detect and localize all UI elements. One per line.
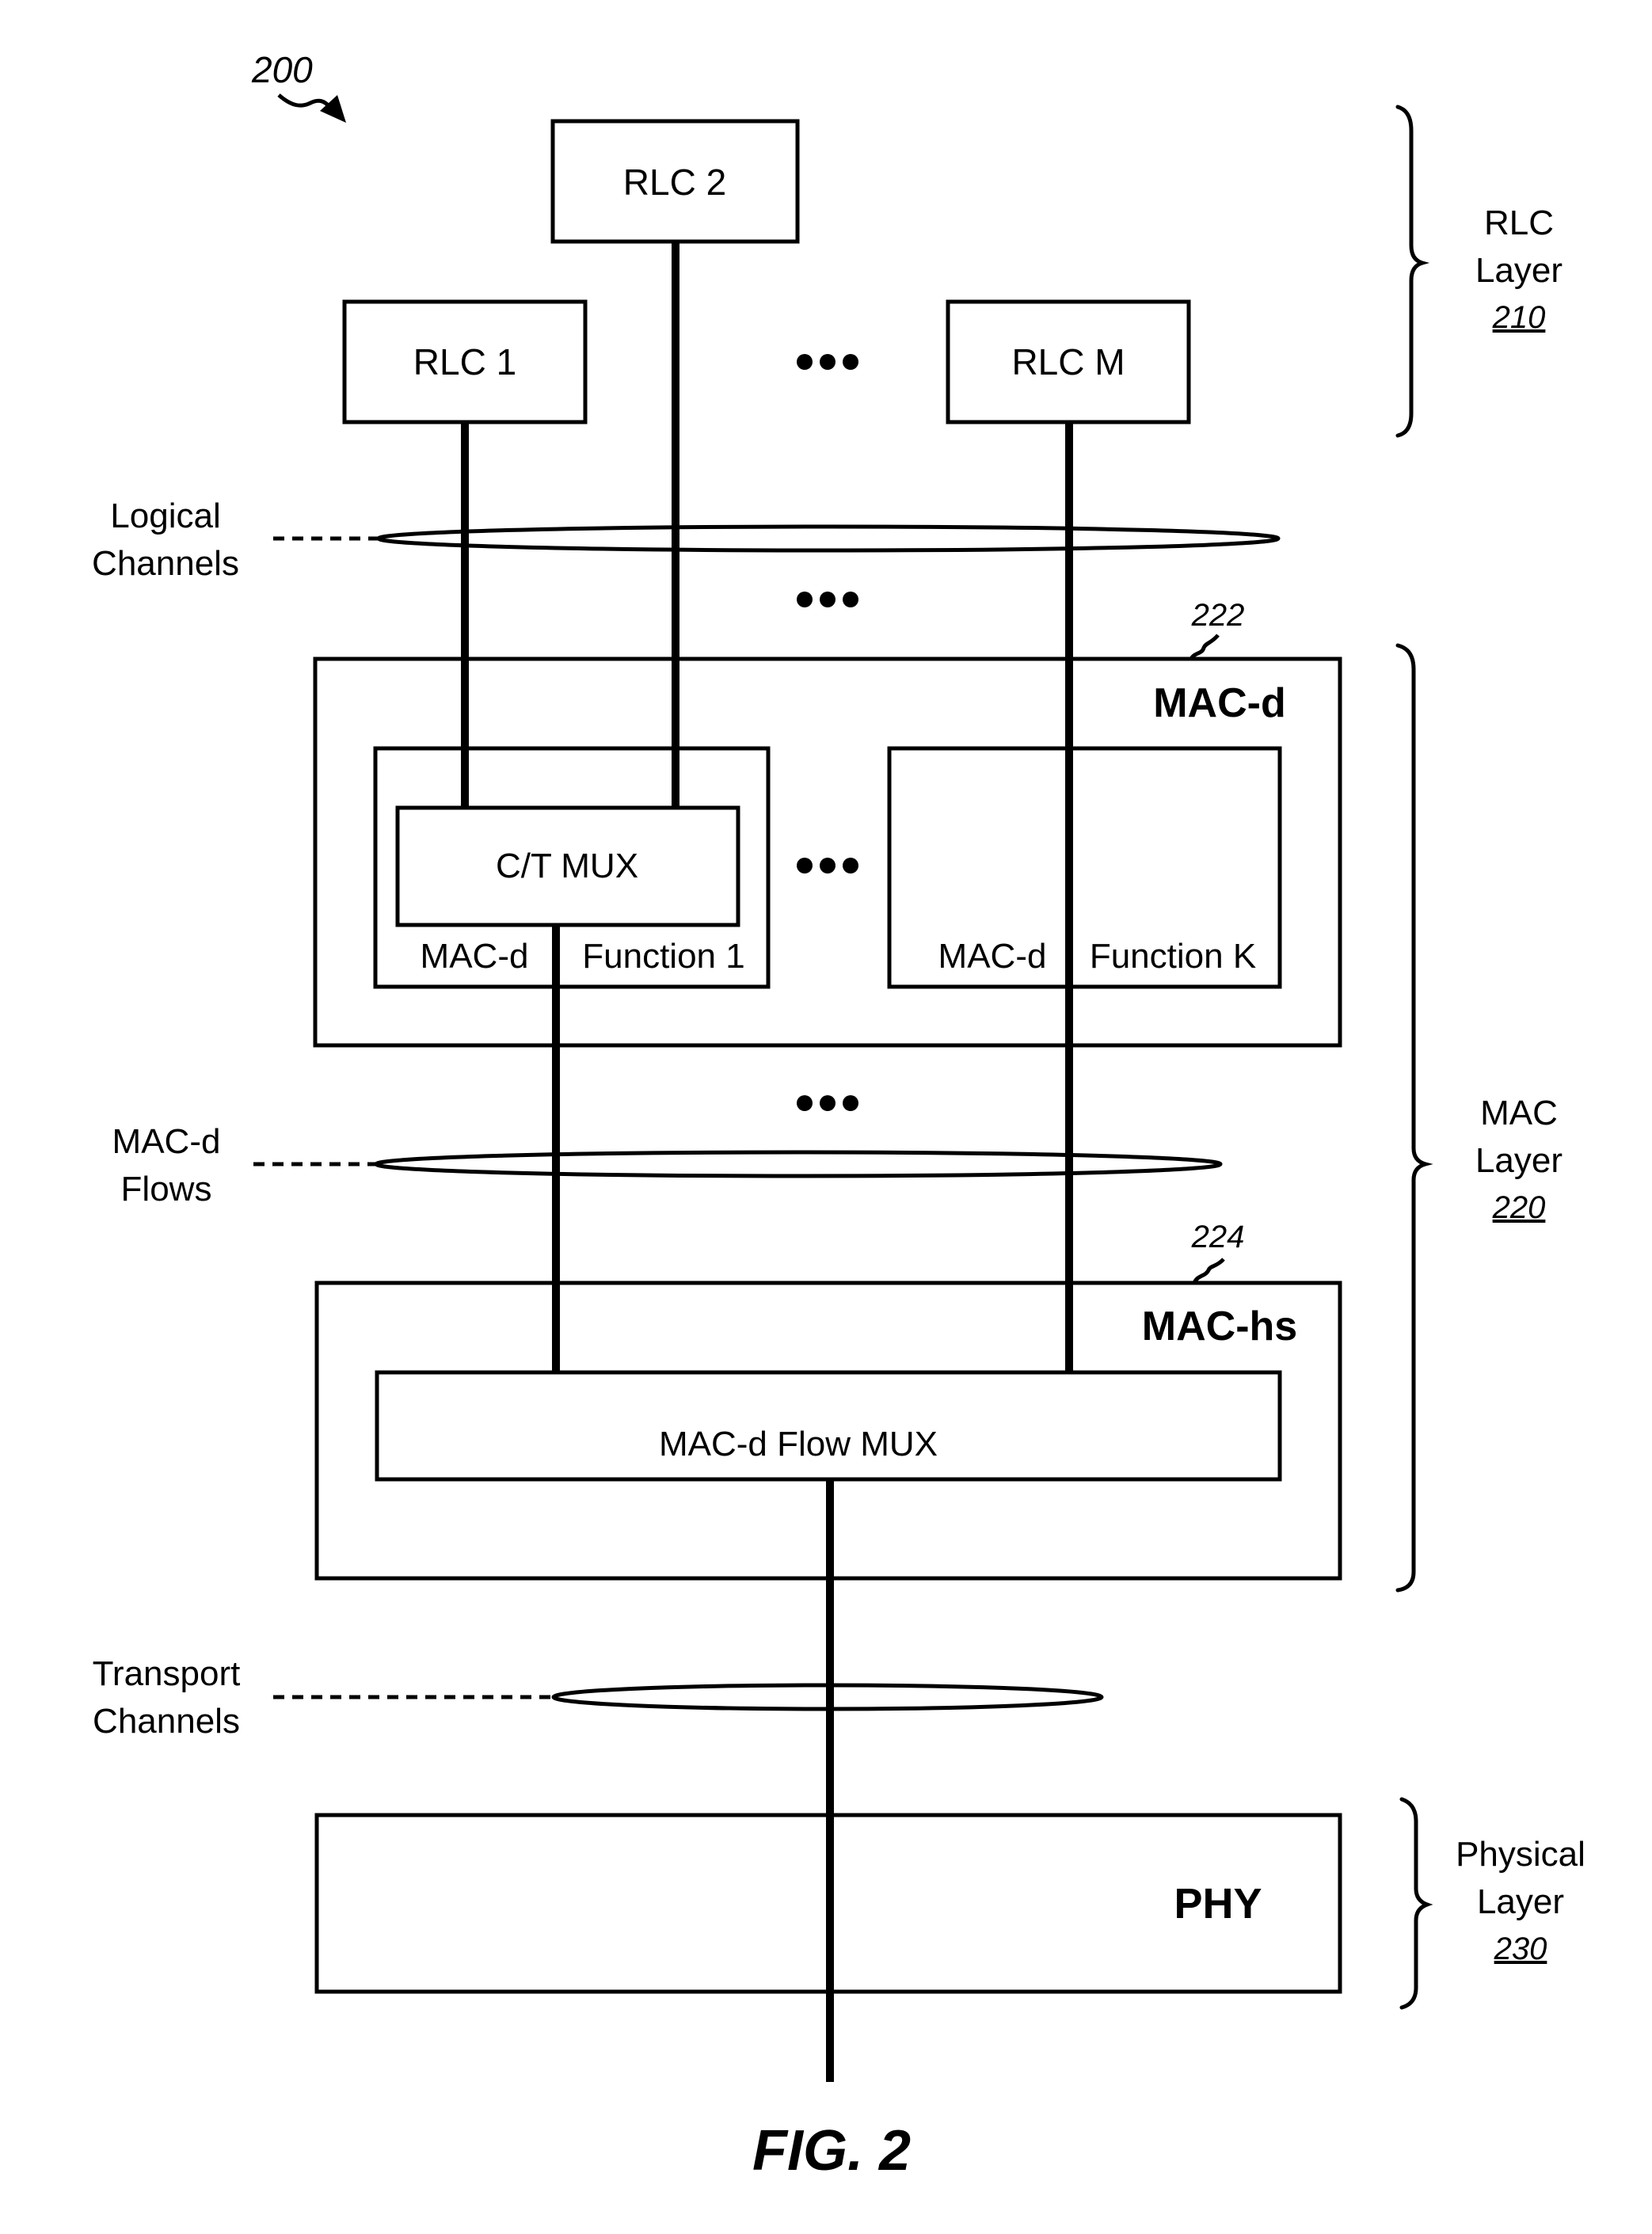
rlc-m-box: RLC M [946, 299, 1191, 424]
mac-d-ref-number: 222 [1191, 598, 1245, 633]
mac-hs-ref-squiggle [1192, 1258, 1225, 1284]
function-k-label-part1: MAC-d [938, 937, 1047, 976]
rlc-ellipsis-icon [797, 354, 858, 370]
rlc-layer-label-line1: RLC [1484, 204, 1554, 242]
function-ellipsis-icon [797, 858, 858, 873]
mac-layer-ref: 220 [1492, 1190, 1546, 1225]
ct-mux-label: C/T MUX [496, 847, 638, 885]
physical-layer-label-line1: Physical [1456, 1835, 1585, 1874]
mac-layer-brace [1395, 643, 1433, 1593]
physical-layer-brace [1399, 1797, 1433, 2010]
mac-layer-label-line1: MAC [1480, 1094, 1558, 1132]
phy-title: PHY [1174, 1880, 1262, 1928]
macd-flows-label-line1: MAC-d [112, 1122, 221, 1161]
rlc-1-label: RLC 1 [413, 341, 516, 382]
figure-ref-number: 200 [251, 49, 313, 90]
physical-layer-ref: 230 [1494, 1931, 1547, 1966]
figure-caption: FIG. 2 [752, 2119, 911, 2183]
macd-flows-ellipse [374, 1150, 1223, 1178]
arrowhead-icon [320, 95, 346, 123]
rlc-layer-label-line2: Layer [1475, 251, 1563, 290]
transport-channels-label-line1: Transport [93, 1654, 241, 1693]
function-k-label-part2: Function K [1090, 937, 1256, 976]
flow-ellipsis-icon [797, 1095, 858, 1111]
macd-flows-label-line2: Flows [121, 1170, 212, 1208]
mac-d-title: MAC-d [1153, 680, 1286, 726]
macd-flow-mux-label: MAC-d Flow MUX [659, 1425, 938, 1463]
mac-hs-ref-number: 224 [1191, 1220, 1245, 1254]
mac-hs-title: MAC-hs [1142, 1303, 1297, 1349]
logical-channels-label-line2: Channels [92, 544, 239, 583]
figure-canvas: 200 RLC 2 RLC 1 RLC M Logical Channels 2… [0, 0, 1652, 2234]
rlc-m-label: RLC M [1011, 341, 1125, 382]
rlc-2-label: RLC 2 [623, 162, 726, 203]
rlc-layer-brace [1395, 105, 1430, 438]
logical-channels-ellipse [376, 524, 1281, 553]
logical-channels-label-line1: Logical [110, 497, 220, 535]
transport-channels-label-line2: Channels [93, 1702, 240, 1741]
logical-ellipsis-icon [797, 592, 858, 607]
rlc-layer-ref: 210 [1492, 300, 1546, 335]
protocol-stack-diagram: 200 RLC 2 RLC 1 RLC M Logical Channels 2… [92, 49, 1585, 2183]
mac-d-ref-squiggle [1189, 634, 1220, 660]
rlc-1-box: RLC 1 [342, 299, 588, 424]
physical-layer-label-line2: Layer [1477, 1882, 1564, 1921]
rlc-2-box: RLC 2 [550, 119, 800, 244]
function-1-label-part1: MAC-d [421, 937, 529, 976]
mac-layer-label-line2: Layer [1475, 1141, 1563, 1180]
function-1-label-part2: Function 1 [582, 937, 744, 976]
